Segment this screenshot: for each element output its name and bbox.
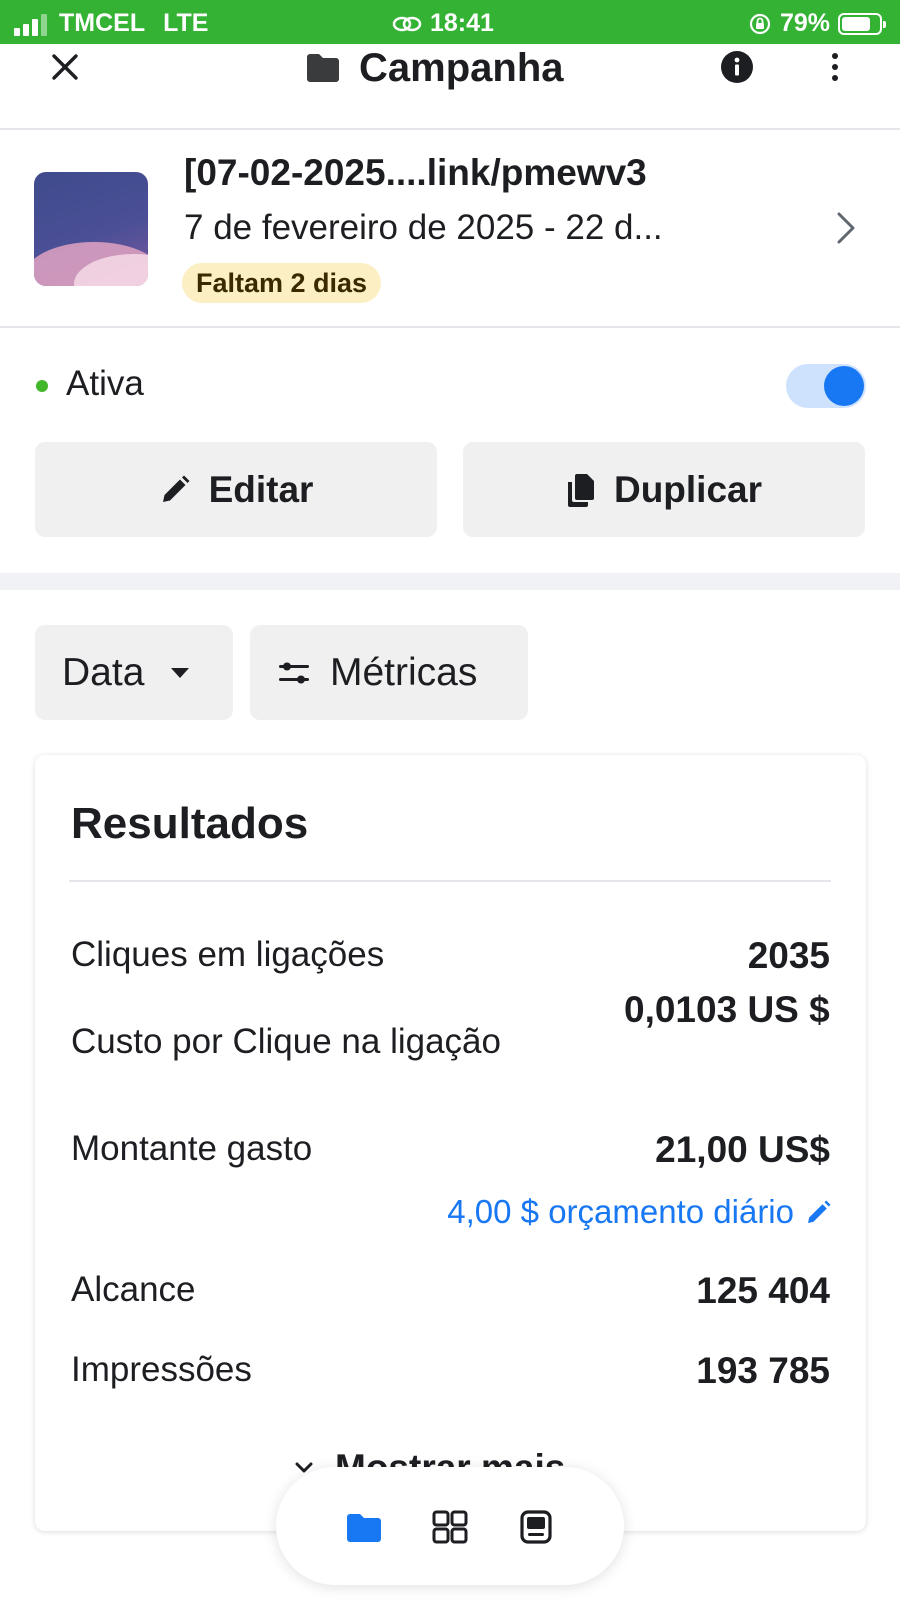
page-title: Campanha — [305, 44, 564, 92]
status-center: 18:41 — [392, 9, 494, 38]
status-label: Ativa — [66, 364, 144, 403]
close-icon[interactable] — [46, 48, 86, 88]
duplicate-button[interactable]: Duplicar — [463, 442, 865, 537]
rotation-lock-icon — [749, 13, 771, 34]
battery-fill — [842, 16, 871, 31]
days-remaining-badge: Faltam 2 dias — [182, 263, 382, 303]
metric-value: 193 785 — [696, 1350, 830, 1391]
bottom-tab-bar — [276, 1467, 624, 1585]
ads-icon[interactable] — [516, 1507, 556, 1547]
metric-value: 21,00 US$ — [655, 1129, 830, 1170]
results-card: Resultados Cliques em ligações 2035 Cust… — [35, 755, 866, 1531]
date-filter-label: Data — [62, 650, 145, 694]
daily-budget-label: 4,00 $ orçamento diário — [447, 1193, 794, 1230]
campaigns-folder-icon[interactable] — [344, 1507, 384, 1547]
results-title: Resultados — [71, 799, 309, 848]
metric-label: Alcance — [71, 1270, 196, 1309]
campaign-date-range: 7 de fevereiro de 2025 - 22 d... — [184, 208, 663, 247]
section-divider — [0, 573, 900, 590]
toggle-knob — [824, 366, 864, 406]
signal-icon — [14, 12, 50, 36]
campaign-thumbnail — [34, 172, 148, 286]
results-divider — [69, 880, 831, 882]
duplicate-icon — [567, 473, 594, 507]
status-dot — [36, 380, 48, 392]
metrics-button[interactable]: Métricas — [250, 625, 528, 720]
edit-label: Editar — [208, 468, 314, 510]
edit-button[interactable]: Editar — [35, 442, 437, 537]
info-icon[interactable] — [720, 50, 754, 84]
metric-value: 125 404 — [696, 1270, 830, 1311]
chevron-right-icon[interactable] — [834, 208, 858, 248]
date-filter-dropdown[interactable]: Data — [35, 625, 233, 720]
metric-value: 2035 — [747, 935, 830, 976]
status-left: TMCEL LTE — [14, 9, 208, 38]
metric-label: Montante gasto — [71, 1129, 313, 1168]
pencil-icon — [162, 475, 190, 502]
status-right: 79% — [748, 9, 886, 38]
campaign-name: [07-02-2025....link/pmewv3 — [184, 152, 647, 193]
metric-value: 0,0103 US $ — [624, 989, 830, 1030]
network-label: LTE — [163, 9, 209, 37]
grid-icon[interactable] — [430, 1507, 470, 1547]
battery-percent: 79% — [779, 9, 830, 37]
edit-pencil-icon — [808, 1200, 831, 1223]
duplicate-label: Duplicar — [613, 468, 763, 510]
carrier-label: TMCEL — [59, 9, 146, 37]
metrics-label: Métricas — [330, 650, 478, 694]
campaign-active-toggle[interactable] — [786, 364, 866, 408]
caret-down-icon — [171, 667, 190, 678]
status-bar: TMCEL LTE 18:41 79% — [0, 0, 900, 44]
metric-label: Impressões — [71, 1350, 252, 1389]
page-title-text: Campanha — [359, 45, 564, 90]
top-bar: Campanha — [0, 44, 900, 130]
sliders-icon — [279, 662, 309, 683]
metric-label: Custo por Clique na ligação — [71, 1022, 501, 1061]
metric-label: Cliques em ligações — [71, 935, 385, 974]
clock: 18:41 — [430, 9, 494, 37]
daily-budget-link[interactable]: 4,00 $ orçamento diário — [447, 1193, 832, 1231]
more-vertical-icon[interactable] — [820, 50, 850, 84]
folder-icon — [307, 54, 339, 82]
battery-icon — [838, 12, 886, 35]
link-icon — [392, 16, 422, 31]
campaign-summary[interactable]: [07-02-2025....link/pmewv3 7 de fevereir… — [0, 132, 900, 328]
